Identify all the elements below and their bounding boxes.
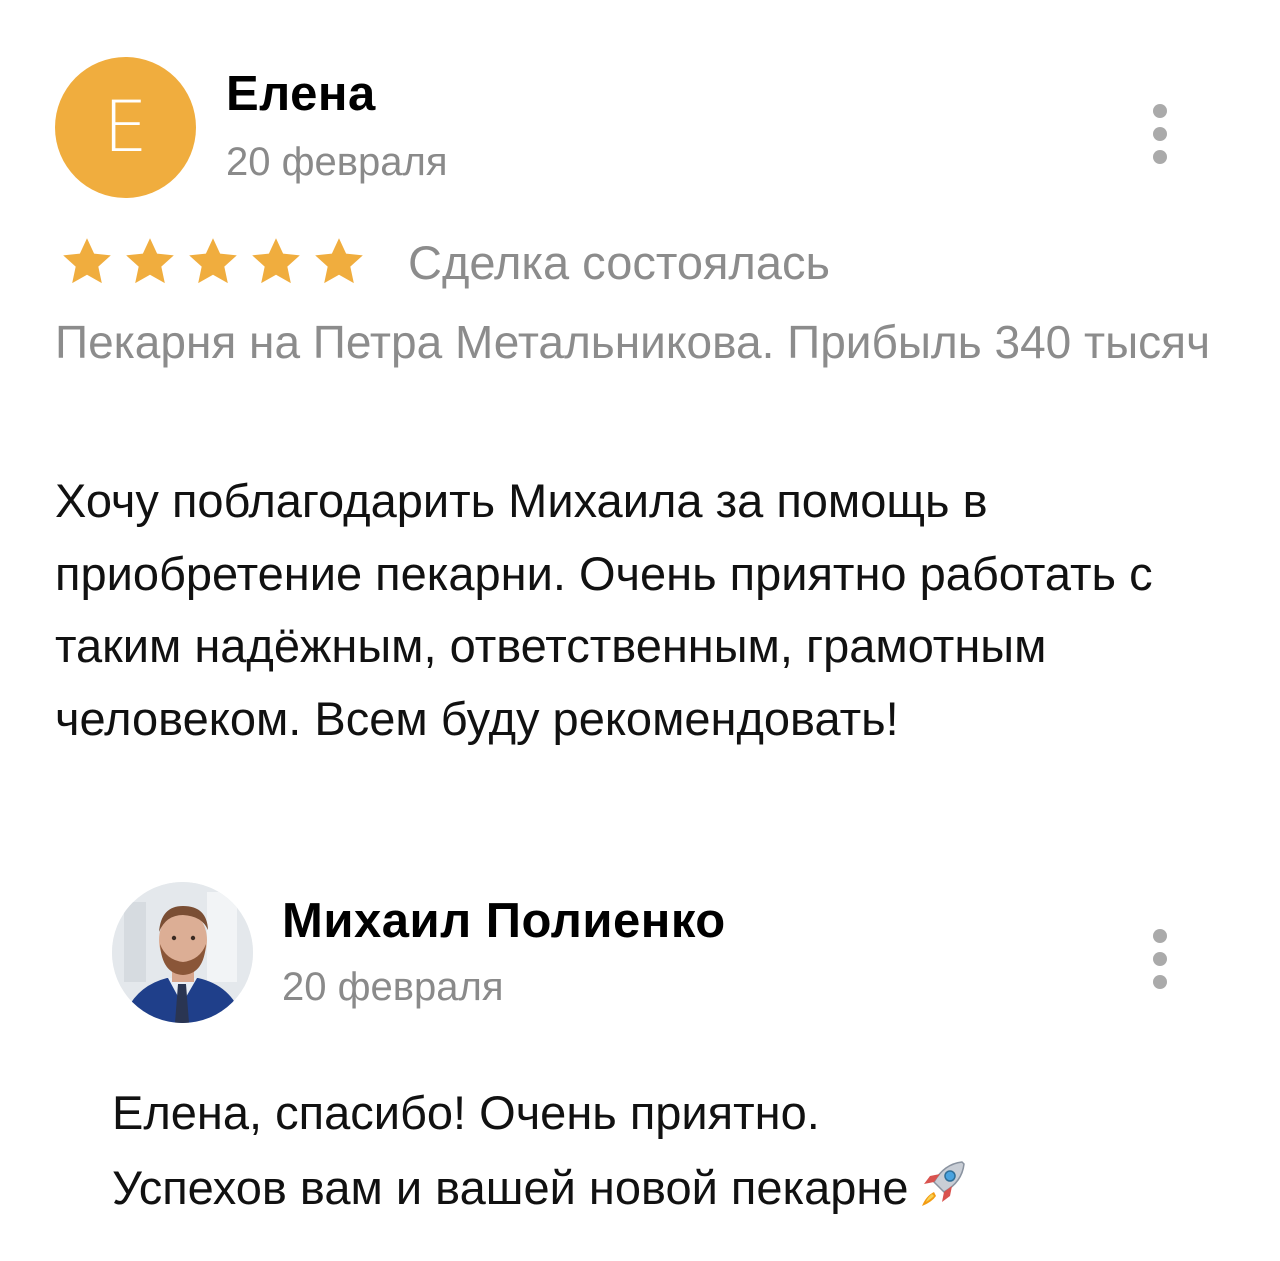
reply-text-line: Елена, спасибо! Очень приятно. xyxy=(112,1086,820,1139)
rocket-icon xyxy=(914,1156,970,1212)
reply-text-line2: Успехов вам и вашей новой пекарне xyxy=(112,1161,909,1214)
star-icon xyxy=(58,234,116,290)
deal-title[interactable]: Пекарня на Петра Метальникова. Прибыль 3… xyxy=(55,308,1225,376)
author-avatar[interactable]: Е xyxy=(55,57,196,198)
author-name[interactable]: Елена xyxy=(226,66,376,122)
reply-more-options-icon[interactable] xyxy=(1150,929,1170,989)
reply-author-name[interactable]: Михаил Полиенко xyxy=(282,893,726,949)
star-icon xyxy=(310,234,368,290)
star-icon xyxy=(247,234,305,290)
review-more-options-icon[interactable] xyxy=(1150,104,1170,164)
star-icon xyxy=(184,234,242,290)
reply-author-avatar[interactable] xyxy=(112,882,253,1023)
star-icon xyxy=(121,234,179,290)
user-photo-avatar-icon xyxy=(112,882,253,1023)
reply-text-line: Успехов вам и вашей новой пекарне xyxy=(112,1150,1232,1225)
star-rating xyxy=(58,234,368,290)
reply-date: 20 февраля xyxy=(282,965,504,1009)
deal-status: Сделка состоялась xyxy=(408,236,830,289)
review-date: 20 февраля xyxy=(226,140,448,184)
reply-text: Елена, спасибо! Очень приятно. Успехов в… xyxy=(112,1075,1232,1225)
review-text: Хочу поблагодарить Михаила за помощь в п… xyxy=(55,474,1153,745)
